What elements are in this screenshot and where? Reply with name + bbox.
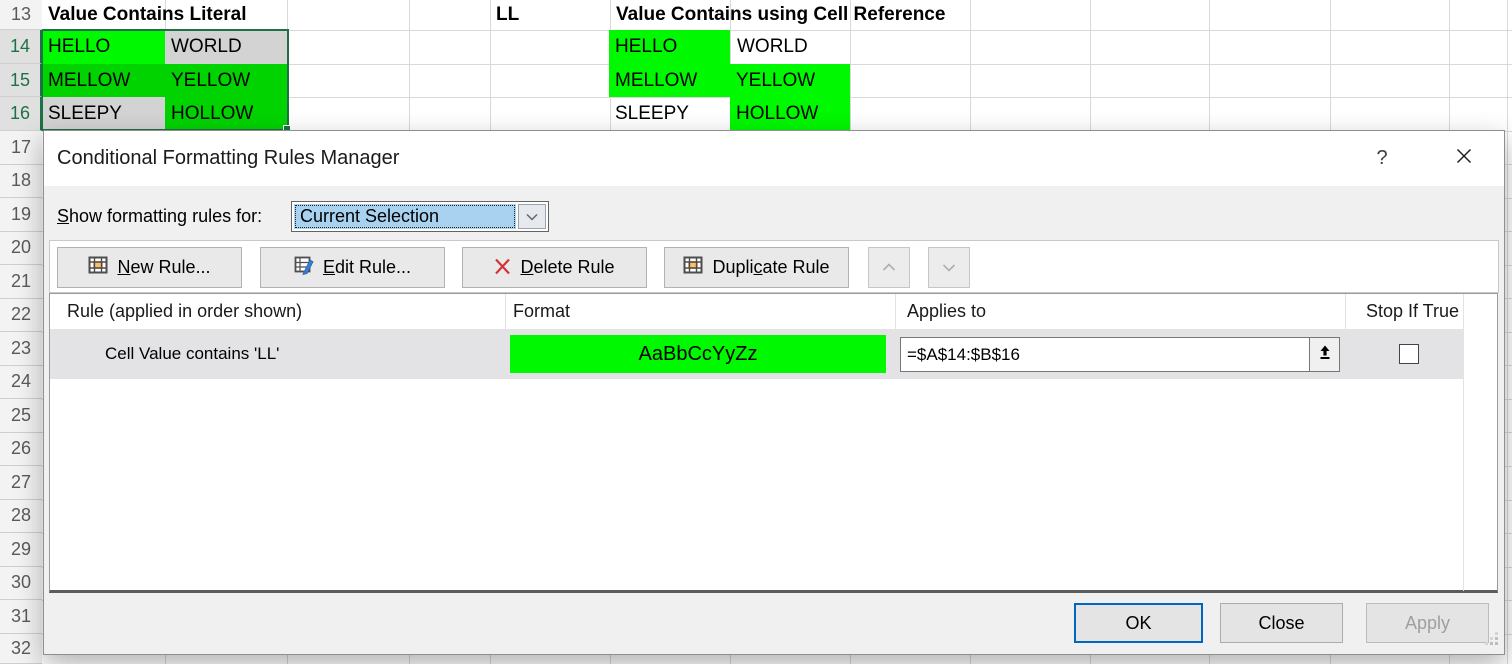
move-rule-down-button[interactable] — [928, 247, 970, 288]
column-separator — [895, 294, 896, 329]
dialog-close-button[interactable] — [1444, 131, 1484, 186]
row-header-32[interactable]: 32 — [0, 634, 42, 664]
cell-f14[interactable]: HELLO — [609, 30, 730, 64]
duplicate-rule-label: Duplicate Rule — [712, 257, 829, 278]
row-header-21[interactable]: 21 — [0, 265, 42, 299]
rules-list: Rule (applied in order shown) Format App… — [49, 293, 1498, 593]
row-header-17[interactable]: 17 — [0, 131, 42, 165]
column-separator — [1345, 294, 1346, 329]
edit-rule-button[interactable]: Edit Rule... — [260, 247, 445, 288]
row-header-30[interactable]: 30 — [0, 567, 42, 601]
dialog-title: Conditional Formatting Rules Manager — [57, 131, 399, 186]
cell-f13[interactable]: Value Contains using Cell Reference — [610, 0, 1090, 30]
applies-to-group — [900, 337, 1340, 372]
cell-e13[interactable]: LL — [490, 0, 608, 30]
row-header-20[interactable]: 20 — [0, 232, 42, 266]
stop-if-true-checkbox[interactable] — [1399, 344, 1419, 364]
column-separator — [505, 294, 506, 329]
combobox-selected-value: Current Selection — [294, 204, 516, 229]
rule-description: Cell Value contains 'LL' — [105, 329, 279, 379]
chevron-down-icon — [526, 208, 538, 226]
table-grid-pencil-icon — [294, 255, 314, 280]
selection-range-A14-B16 — [41, 29, 289, 131]
help-button[interactable]: ? — [1362, 131, 1402, 186]
row-header-22[interactable]: 22 — [0, 299, 42, 333]
row-header-26[interactable]: 26 — [0, 433, 42, 467]
close-button[interactable]: Close — [1220, 603, 1343, 643]
conditional-formatting-rules-manager-dialog: Conditional Formatting Rules Manager ? S… — [43, 130, 1505, 655]
close-icon — [1456, 147, 1472, 170]
rules-toolbar: New Rule... Edit Rule... Delete Rule Dup… — [49, 240, 1499, 293]
row-header-15[interactable]: 15 — [0, 64, 42, 97]
help-icon: ? — [1376, 147, 1387, 170]
row-header-14[interactable]: 14 — [0, 30, 42, 64]
row-header-16[interactable]: 16 — [0, 97, 42, 131]
ok-button[interactable]: OK — [1074, 603, 1203, 643]
row-header-24[interactable]: 24 — [0, 366, 42, 400]
red-x-icon — [494, 257, 511, 279]
table-grid-icon — [88, 255, 108, 280]
cell-g15[interactable]: YELLOW — [730, 64, 850, 97]
cell-f15[interactable]: MELLOW — [609, 64, 730, 97]
row-header-23[interactable]: 23 — [0, 332, 42, 366]
dialog-titlebar[interactable]: Conditional Formatting Rules Manager ? — [44, 131, 1504, 186]
duplicate-rule-button[interactable]: Duplicate Rule — [664, 247, 849, 288]
column-header-applies-to: Applies to — [907, 294, 986, 329]
delete-rule-label: Delete Rule — [520, 257, 614, 278]
new-rule-label: New Rule... — [117, 257, 210, 278]
row-header-29[interactable]: 29 — [0, 533, 42, 567]
column-header-rule: Rule (applied in order shown) — [67, 294, 302, 329]
move-rule-up-button[interactable] — [868, 247, 910, 288]
column-separator — [1463, 294, 1464, 591]
combobox-dropdown-button[interactable] — [518, 204, 546, 229]
chevron-up-icon — [882, 259, 896, 277]
rule-row[interactable]: Cell Value contains 'LL' AaBbCcYyZz — [50, 329, 1463, 379]
show-rules-for-combobox[interactable]: Current Selection — [291, 201, 549, 232]
column-header-format: Format — [513, 294, 570, 329]
row-header-28[interactable]: 28 — [0, 500, 42, 534]
show-rules-for-label: Show formatting rules for: — [57, 201, 262, 232]
cell-g14[interactable]: WORLD — [731, 30, 850, 64]
range-selector-button[interactable] — [1310, 337, 1340, 372]
cell-f16[interactable]: SLEEPY — [609, 97, 730, 131]
new-rule-button[interactable]: New Rule... — [57, 247, 242, 288]
chevron-down-icon — [942, 259, 956, 277]
resize-grip[interactable] — [1484, 631, 1500, 647]
table-grid-icon — [683, 255, 703, 280]
delete-rule-button[interactable]: Delete Rule — [462, 247, 647, 288]
format-preview: AaBbCcYyZz — [510, 335, 886, 373]
row-header-31[interactable]: 31 — [0, 600, 42, 634]
column-header-stop-if-true: Stop If True — [1350, 294, 1459, 329]
row-header-19[interactable]: 19 — [0, 198, 42, 232]
applies-to-input[interactable] — [900, 337, 1310, 372]
excel-window: Value Contains Literal LL Value Contains… — [0, 0, 1512, 664]
row-header-18[interactable]: 18 — [0, 165, 42, 199]
collapse-dialog-arrow-icon — [1318, 345, 1332, 365]
row-header-25[interactable]: 25 — [0, 399, 42, 433]
apply-button: Apply — [1366, 603, 1489, 643]
edit-rule-label: Edit Rule... — [323, 257, 411, 278]
cell-g16[interactable]: HOLLOW — [730, 97, 850, 131]
row-header-column: 1314151617181920212223242526272829303132 — [0, 0, 42, 664]
row-header-27[interactable]: 27 — [0, 466, 42, 500]
row-header-13[interactable]: 13 — [0, 0, 42, 30]
cell-a13[interactable]: Value Contains Literal — [42, 0, 302, 30]
